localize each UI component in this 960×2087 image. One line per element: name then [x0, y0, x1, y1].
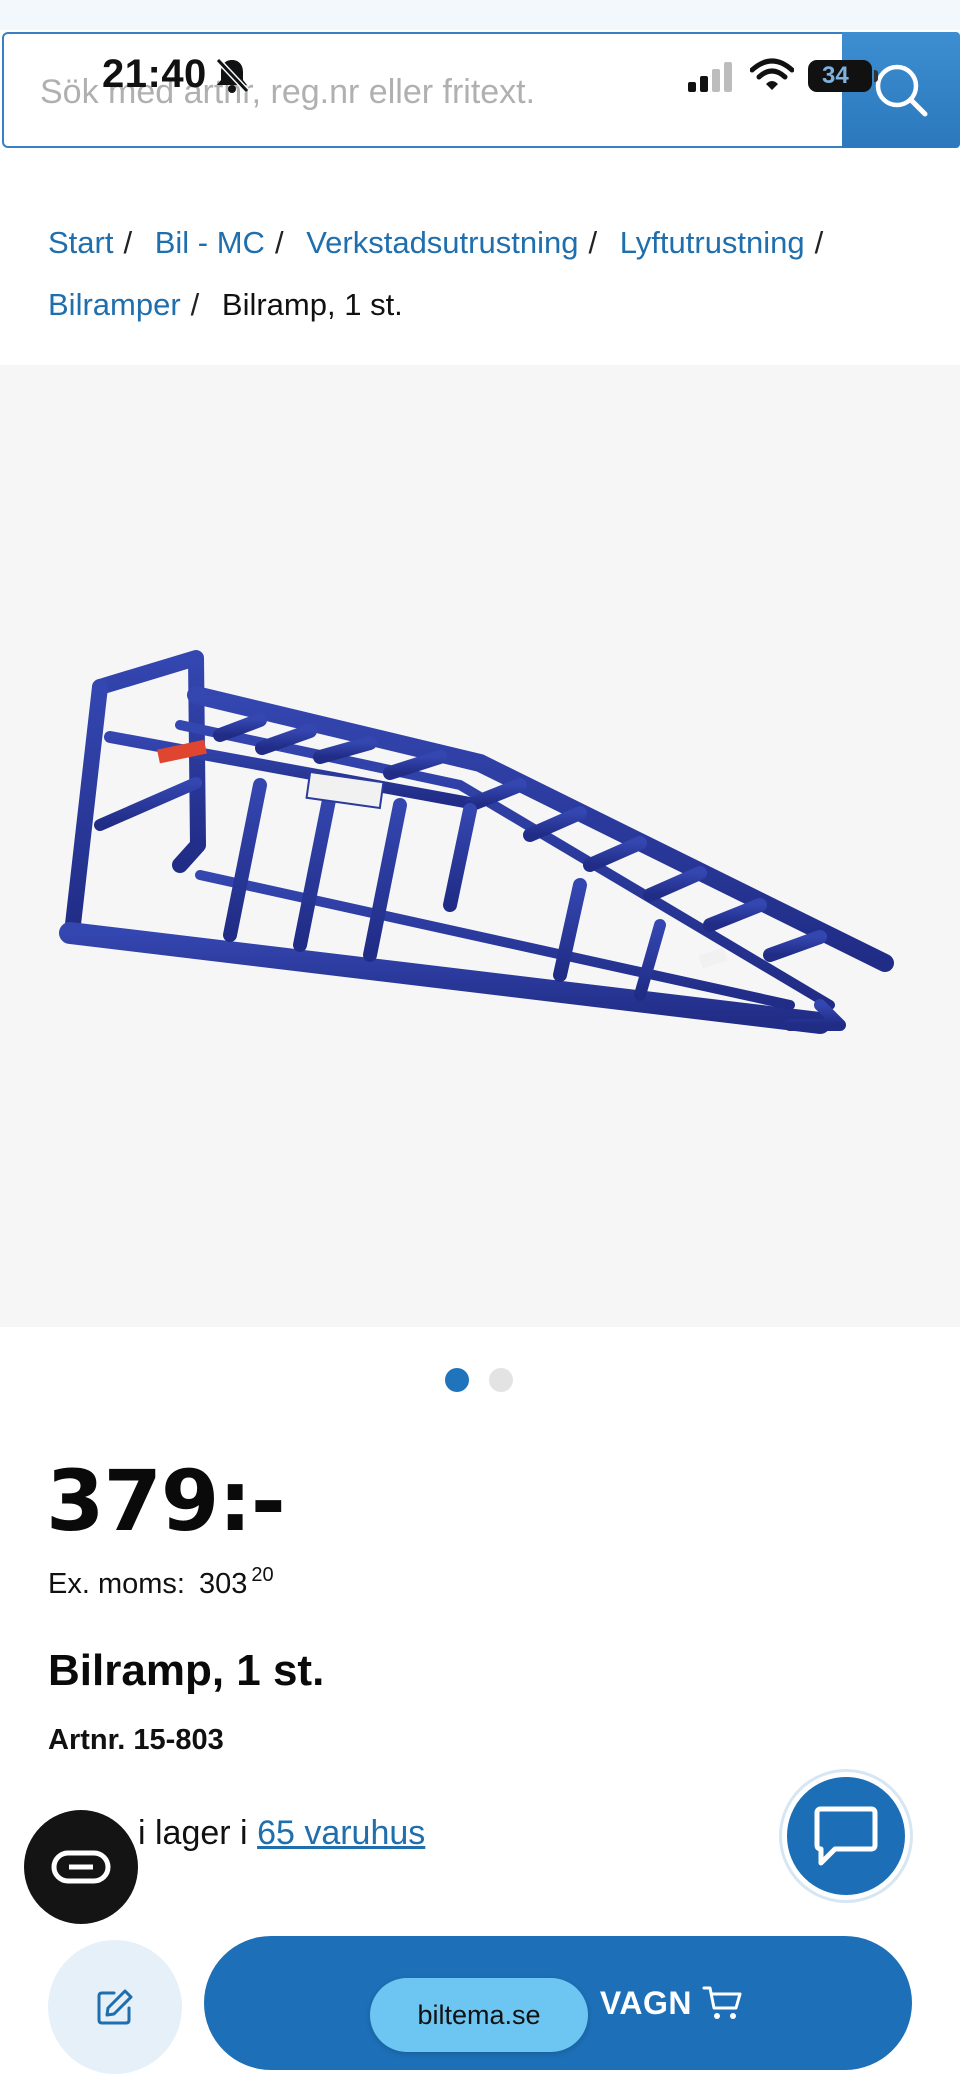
reader-mode-button[interactable]	[24, 1810, 138, 1924]
signal-icon	[688, 62, 732, 92]
product-image-gallery[interactable]	[0, 365, 960, 1327]
wifi-icon	[750, 58, 794, 90]
breadcrumb-start[interactable]: Start	[48, 225, 113, 260]
product-price: 379:-	[46, 1452, 286, 1550]
reader-mode-icon	[51, 1850, 111, 1884]
stock-status: i lager i 65 varuhus	[138, 1814, 425, 1853]
top-strip	[0, 0, 960, 30]
stock-text: i lager i	[138, 1814, 248, 1852]
browser-url-pill[interactable]: biltema.se	[370, 1978, 588, 2052]
gallery-dot-1[interactable]	[445, 1368, 469, 1392]
breadcrumb: Start / Bil - MC / Verkstadsutrustning / Ly…	[48, 225, 824, 322]
add-to-cart-label: VAGN	[599, 1984, 692, 2021]
product-article-number: Artnr. 15-803	[48, 1724, 224, 1756]
ex-moms-cents: 20	[251, 1564, 274, 1586]
bell-slash-icon	[215, 57, 250, 94]
cart-icon	[702, 1986, 742, 2019]
breadcrumb-bilramper[interactable]: Bilramper	[48, 287, 181, 322]
breadcrumb-current: Bilramp, 1 st.	[221, 287, 403, 322]
product-title: Bilramp, 1 st.	[48, 1646, 325, 1695]
edit-button[interactable]	[48, 1940, 182, 2074]
ex-moms-value: 303	[198, 1568, 248, 1600]
gallery-pagination	[445, 1368, 513, 1392]
stores-link[interactable]: 65 varuhus	[257, 1814, 425, 1852]
ex-moms-label: Ex. moms:	[48, 1568, 185, 1600]
breadcrumb-bil-mc[interactable]: Bil - MC	[155, 225, 265, 260]
edit-icon	[97, 1989, 133, 2025]
battery-level: 34	[822, 62, 849, 89]
price-ex-vat: Ex. moms: 303 20	[48, 1564, 274, 1601]
chat-icon	[814, 1806, 878, 1866]
breadcrumb-lyftutrustning[interactable]: Lyftutrustning	[620, 225, 805, 260]
status-time: 21:40	[102, 52, 207, 96]
product-image-car-ramp	[59, 650, 894, 1034]
gallery-dot-2[interactable]	[489, 1368, 513, 1392]
search-icon	[875, 64, 928, 117]
battery-indicator: 34	[808, 60, 878, 92]
breadcrumb-verkstadsutrustning[interactable]: Verkstadsutrustning	[306, 225, 578, 260]
chat-button[interactable]	[782, 1772, 910, 1900]
